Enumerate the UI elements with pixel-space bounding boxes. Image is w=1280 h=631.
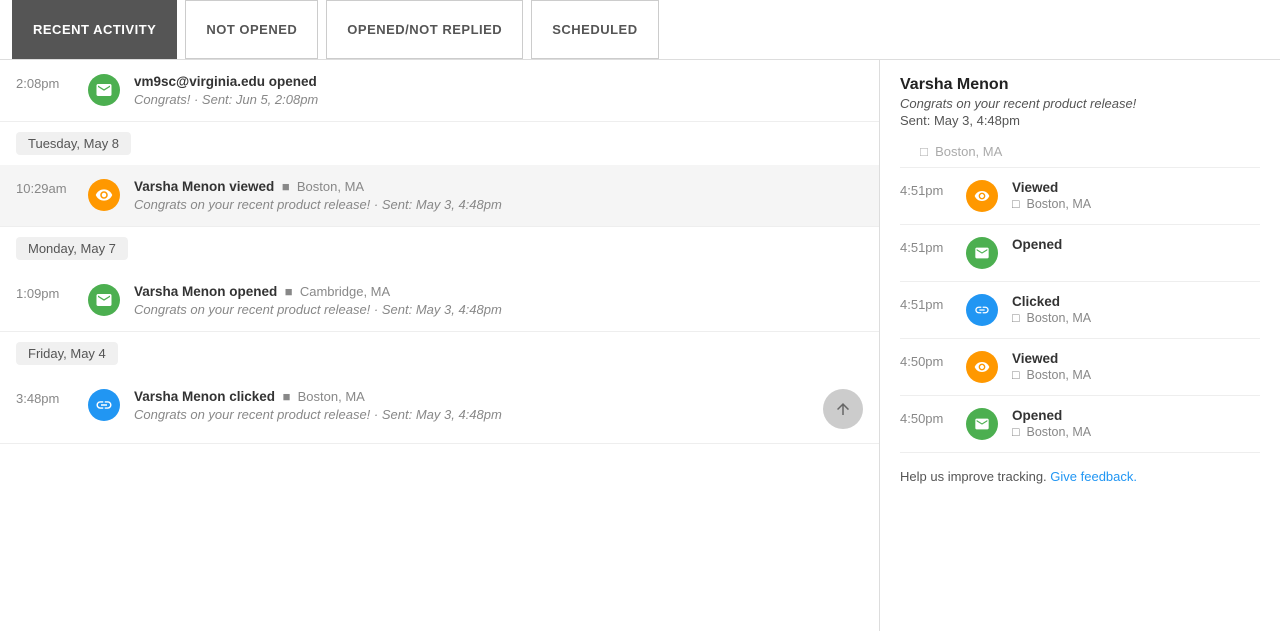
tab-recent-activity[interactable]: RECENT ACTIVITY bbox=[12, 0, 177, 59]
activity-item[interactable]: 2:08pm vm9sc@virginia.edu opened Congrat… bbox=[0, 60, 879, 122]
detail-location: □ Boston, MA bbox=[1012, 368, 1260, 382]
activity-time: 10:29am bbox=[16, 179, 74, 196]
activity-item[interactable]: 3:48pm Varsha Menon clicked ■ Boston, MA… bbox=[0, 375, 879, 444]
activity-subtitle: Congrats on your recent product release!… bbox=[134, 407, 809, 422]
detail-location: □ Boston, MA bbox=[1012, 311, 1260, 325]
detail-item: 4:51pm Opened bbox=[900, 224, 1260, 281]
activity-item[interactable]: 10:29am Varsha Menon viewed ■ Boston, MA… bbox=[0, 165, 879, 227]
detail-action: Viewed bbox=[1012, 351, 1260, 366]
location: ■ Boston, MA bbox=[283, 389, 365, 404]
activity-title: vm9sc@virginia.edu opened bbox=[134, 74, 863, 89]
detail-location: □ Boston, MA bbox=[1012, 425, 1260, 439]
feedback-link[interactable]: Give feedback. bbox=[1050, 469, 1137, 484]
contact-subject: Congrats on your recent product release! bbox=[900, 96, 1260, 111]
activity-subtitle: Congrats! · Sent: Jun 5, 2:08pm bbox=[134, 92, 863, 107]
activity-title: Varsha Menon viewed ■ Boston, MA bbox=[134, 179, 863, 194]
location: ■ Cambridge, MA bbox=[285, 284, 390, 299]
contact-sent: Sent: May 3, 4:48pm bbox=[900, 113, 1260, 128]
activity-title: Varsha Menon opened ■ Cambridge, MA bbox=[134, 284, 863, 299]
detail-content: Clicked □ Boston, MA bbox=[1012, 294, 1260, 325]
detail-item: 4:51pm Clicked □ Boston, MA bbox=[900, 281, 1260, 338]
detail-item: 4:50pm Viewed □ Boston, MA bbox=[900, 338, 1260, 395]
envelope-icon bbox=[88, 74, 120, 106]
link-icon bbox=[88, 389, 120, 421]
detail-content: Viewed □ Boston, MA bbox=[1012, 351, 1260, 382]
detail-time: 4:50pm bbox=[900, 408, 952, 426]
date-label: Monday, May 7 bbox=[16, 237, 128, 260]
contact-name: Varsha Menon bbox=[900, 76, 1260, 94]
tab-opened-not-replied[interactable]: OPENED/NOT REPLIED bbox=[326, 0, 523, 59]
right-panel: Varsha Menon Congrats on your recent pro… bbox=[880, 60, 1280, 631]
activity-subtitle: Congrats on your recent product release!… bbox=[134, 197, 863, 212]
envelope-icon bbox=[966, 237, 998, 269]
detail-action: Viewed bbox=[1012, 180, 1260, 195]
view-icon bbox=[88, 179, 120, 211]
envelope-icon bbox=[88, 284, 120, 316]
date-label: Friday, May 4 bbox=[16, 342, 118, 365]
detail-action: Opened bbox=[1012, 237, 1260, 252]
activity-title: Varsha Menon clicked ■ Boston, MA bbox=[134, 389, 809, 404]
date-divider: Friday, May 4 bbox=[0, 332, 879, 375]
activity-time: 1:09pm bbox=[16, 284, 74, 301]
detail-item: 4:50pm Opened □ Boston, MA bbox=[900, 395, 1260, 452]
main-layout: 2:08pm vm9sc@virginia.edu opened Congrat… bbox=[0, 60, 1280, 631]
detail-content: Viewed □ Boston, MA bbox=[1012, 180, 1260, 211]
link-icon bbox=[966, 294, 998, 326]
activity-item[interactable]: 1:09pm Varsha Menon opened ■ Cambridge, … bbox=[0, 270, 879, 332]
tab-scheduled[interactable]: SCHEDULED bbox=[531, 0, 658, 59]
detail-time: 4:50pm bbox=[900, 351, 952, 369]
activity-content: Varsha Menon clicked ■ Boston, MA Congra… bbox=[134, 389, 809, 422]
tab-bar: RECENT ACTIVITY NOT OPENED OPENED/NOT RE… bbox=[0, 0, 1280, 60]
location: ■ Boston, MA bbox=[282, 179, 364, 194]
activity-content: Varsha Menon opened ■ Cambridge, MA Cong… bbox=[134, 284, 863, 317]
activity-content: Varsha Menon viewed ■ Boston, MA Congrat… bbox=[134, 179, 863, 212]
view-icon bbox=[966, 180, 998, 212]
detail-time: 4:51pm bbox=[900, 294, 952, 312]
feedback-bar: Help us improve tracking. Give feedback. bbox=[900, 452, 1260, 484]
activity-time: 2:08pm bbox=[16, 74, 74, 91]
detail-time: 4:51pm bbox=[900, 237, 952, 255]
detail-content: Opened bbox=[1012, 237, 1260, 252]
detail-item: 4:51pm Viewed □ Boston, MA bbox=[900, 167, 1260, 224]
tab-not-opened[interactable]: NOT OPENED bbox=[185, 0, 318, 59]
detail-content: Opened □ Boston, MA bbox=[1012, 408, 1260, 439]
scroll-up-button[interactable] bbox=[823, 389, 863, 429]
date-label: Tuesday, May 8 bbox=[16, 132, 131, 155]
date-divider: Monday, May 7 bbox=[0, 227, 879, 270]
activity-subtitle: Congrats on your recent product release!… bbox=[134, 302, 863, 317]
view-icon bbox=[966, 351, 998, 383]
partial-location: □ Boston, MA bbox=[900, 144, 1260, 167]
left-panel: 2:08pm vm9sc@virginia.edu opened Congrat… bbox=[0, 60, 880, 631]
feedback-text: Help us improve tracking. bbox=[900, 469, 1050, 484]
date-divider: Tuesday, May 8 bbox=[0, 122, 879, 165]
activity-time: 3:48pm bbox=[16, 389, 74, 406]
envelope-icon bbox=[966, 408, 998, 440]
detail-location: □ Boston, MA bbox=[1012, 197, 1260, 211]
detail-action: Opened bbox=[1012, 408, 1260, 423]
detail-time: 4:51pm bbox=[900, 180, 952, 198]
activity-content: vm9sc@virginia.edu opened Congrats! · Se… bbox=[134, 74, 863, 107]
detail-action: Clicked bbox=[1012, 294, 1260, 309]
